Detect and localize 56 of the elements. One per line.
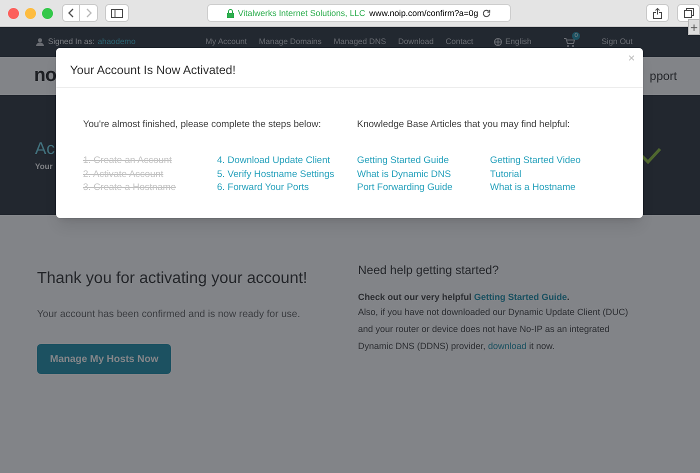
help-text: Check out our very helpful Getting Started Guide. bbox=[358, 291, 571, 304]
section-heading: Thank you for activating your account! bbox=[37, 269, 308, 289]
user-icon bbox=[36, 38, 44, 46]
url-text: www.noip.com/confirm?a=0g bbox=[369, 6, 478, 20]
address-bar[interactable]: Vitalwerks Internet Solutions, LLC www.noip.com/confirm?a=0g bbox=[206, 4, 512, 22]
steps-intro: You're almost finished, please complete the steps below: bbox=[83, 118, 322, 132]
step-link[interactable]: 1. Create an Account bbox=[83, 154, 172, 168]
article-link[interactable]: Tutorial bbox=[490, 168, 522, 181]
globe-icon bbox=[494, 38, 502, 46]
article-link[interactable]: What is Dynamic DNS bbox=[357, 168, 451, 181]
step-link[interactable]: 2. Activate Account bbox=[83, 168, 164, 181]
modal-title: Your Account Is Now Activated! bbox=[70, 62, 236, 79]
confirmation-text: Your account has been confirmed and is now ready for use. bbox=[37, 308, 300, 322]
reload-icon[interactable] bbox=[482, 8, 492, 18]
back-button[interactable] bbox=[62, 4, 80, 22]
nav-link[interactable]: pport bbox=[650, 67, 677, 85]
nav-link[interactable]: Manage Domains bbox=[258, 36, 322, 48]
hero-subtitle: Your bbox=[35, 161, 54, 173]
new-tab-button[interactable]: + bbox=[688, 19, 700, 35]
share-button[interactable] bbox=[646, 4, 670, 22]
article-link[interactable]: Getting Started Guide bbox=[357, 154, 449, 168]
username-link[interactable]: ahaodemo bbox=[98, 36, 136, 48]
nav-link[interactable]: Contact bbox=[446, 36, 474, 48]
nav-link[interactable]: My Account bbox=[206, 36, 247, 48]
sidebar-button[interactable] bbox=[105, 4, 129, 22]
site-owner: Vitalwerks Internet Solutions, LLC bbox=[238, 6, 366, 20]
step-link[interactable]: 6. Forward Your Ports bbox=[217, 180, 309, 194]
cart-icon[interactable] bbox=[564, 38, 576, 46]
manage-hosts-button[interactable]: Manage My Hosts Now bbox=[37, 344, 172, 374]
lock-icon bbox=[226, 8, 234, 18]
tabs-icon bbox=[684, 8, 694, 18]
tabs-button[interactable] bbox=[677, 4, 700, 22]
sidebar-icon bbox=[110, 8, 123, 18]
nav-link[interactable]: Managed DNS bbox=[334, 36, 386, 48]
language-link[interactable]: English bbox=[505, 36, 532, 48]
signed-in-label: Signed In as: bbox=[48, 36, 95, 48]
help-link[interactable]: download bbox=[488, 341, 527, 351]
chevron-right-icon bbox=[86, 8, 92, 18]
hero-title: Ac bbox=[35, 138, 55, 160]
nav-link[interactable]: Download bbox=[398, 36, 434, 48]
logo-text: no bbox=[34, 64, 56, 88]
article-link[interactable]: What is a Hostname bbox=[490, 180, 576, 194]
step-link[interactable]: 5. Verify Hostname Settings bbox=[217, 168, 334, 181]
articles-intro: Knowledge Base Articles that you may find helpful: bbox=[357, 118, 570, 132]
check-icon bbox=[640, 146, 662, 164]
help-heading: Need help getting started? bbox=[358, 262, 500, 279]
chevron-left-icon bbox=[68, 8, 74, 18]
sign-out-link[interactable]: Sign Out bbox=[601, 36, 633, 48]
close-button[interactable]: × bbox=[628, 52, 635, 64]
step-link[interactable]: 4. Download Update Client bbox=[217, 154, 330, 168]
article-link[interactable]: Getting Started Video bbox=[490, 154, 581, 168]
article-link[interactable]: Port Forwarding Guide bbox=[357, 180, 453, 194]
help-text: Also, if you have not downloaded our Dynamic Update Client (DUC) and your router or device does not have No-IP as an integrated Dynamic DNS (DDNS) provider, download it now. bbox=[358, 306, 630, 353]
step-link[interactable]: 3. Create a Hostname bbox=[83, 180, 176, 194]
help-link[interactable]: Getting Started Guide bbox=[474, 292, 568, 302]
share-icon bbox=[653, 8, 662, 18]
